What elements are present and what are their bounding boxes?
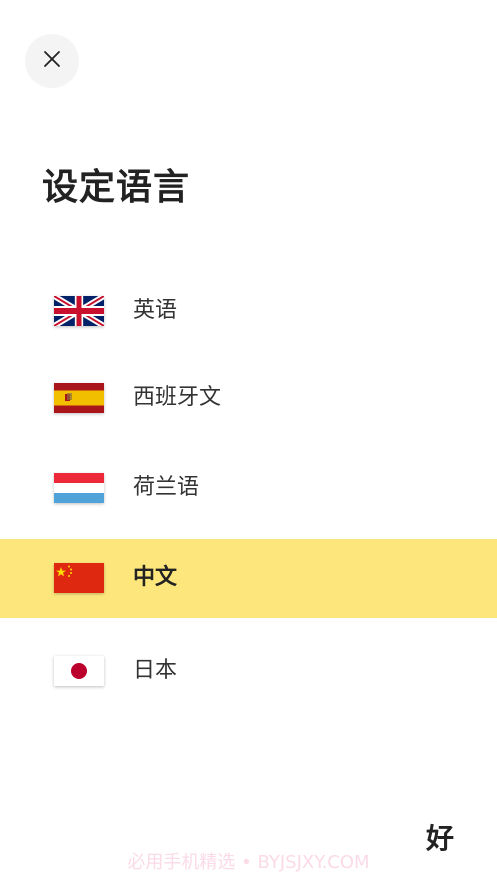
china-flag-icon [54, 563, 104, 593]
language-label: 西班牙文 [133, 385, 222, 410]
language-item-english[interactable]: 英语 [0, 272, 497, 351]
language-label: 中文 [133, 565, 178, 590]
close-button[interactable] [25, 34, 79, 88]
language-item-dutch[interactable]: 荷兰语 [0, 449, 497, 528]
language-label: 英语 [133, 298, 178, 323]
spain-flag-icon [54, 383, 104, 413]
language-item-chinese[interactable]: 中文 [0, 539, 497, 618]
language-item-spanish[interactable]: 西班牙文 [0, 359, 497, 438]
language-item-japanese[interactable]: 日本 [0, 632, 497, 711]
close-icon [43, 50, 61, 72]
language-label: 荷兰语 [133, 475, 200, 500]
uk-flag-icon [54, 296, 104, 326]
ok-button[interactable]: 好 [410, 812, 470, 862]
page-title: 设定语言 [42, 167, 191, 208]
japan-flag-icon [54, 656, 104, 686]
luxembourg-flag-icon [54, 473, 104, 503]
language-label: 日本 [133, 658, 178, 683]
